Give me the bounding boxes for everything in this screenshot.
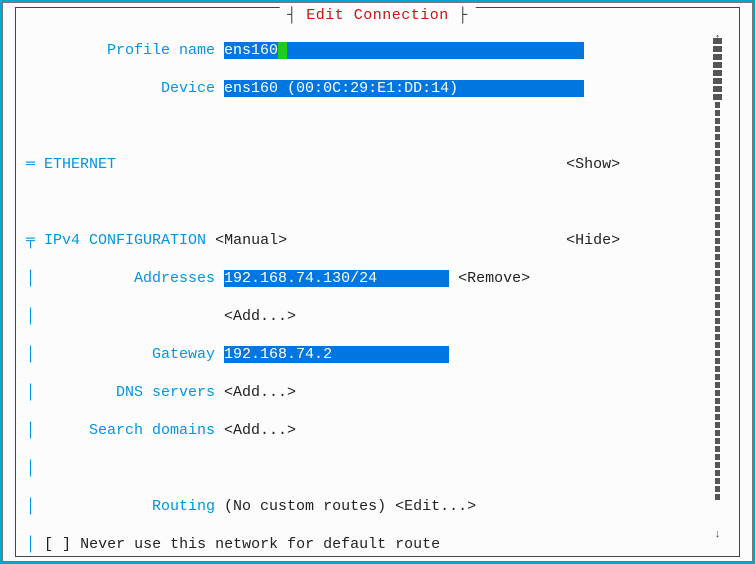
profile-name-input[interactable]: ens160 <box>224 42 584 59</box>
ipv4-toggle-icon[interactable]: ╤ <box>26 232 44 249</box>
form-content: Profile name ens160 Device ens160 (00:0C… <box>16 8 739 556</box>
routing-edit-button[interactable]: <Edit...> <box>395 498 476 515</box>
title-text: Edit Connection <box>306 7 449 24</box>
device-label: Device <box>26 80 224 97</box>
ethernet-toggle-icon[interactable]: ═ <box>26 156 44 173</box>
ethernet-show-button[interactable]: <Show> <box>566 156 620 173</box>
profile-name-label: Profile name <box>26 42 224 59</box>
scrollbar[interactable]: ↑ ↓ <box>713 30 722 534</box>
ipv4-mode-select[interactable]: <Manual> <box>215 232 287 249</box>
addresses-label: Addresses <box>35 270 224 287</box>
chk1-label: Never use this network for default route <box>80 536 440 553</box>
ethernet-header: ETHERNET <box>44 156 116 173</box>
dns-label: DNS servers <box>35 384 224 401</box>
scroll-up-arrow[interactable]: ↑ <box>713 30 722 36</box>
address-add-button[interactable]: <Add...> <box>224 308 296 325</box>
scroll-down-arrow[interactable]: ↓ <box>713 526 722 532</box>
address-input[interactable]: 192.168.74.130/24 <box>224 270 449 287</box>
gateway-label: Gateway <box>35 346 224 363</box>
routing-text: (No custom routes) <box>224 498 386 515</box>
terminal-window: ┤ Edit Connection ├ Profile name ens160 … <box>2 2 753 562</box>
device-input[interactable]: ens160 (00:0C:29:E1:DD:14) <box>224 80 584 97</box>
search-add-button[interactable]: <Add...> <box>224 422 296 439</box>
search-domains-label: Search domains <box>35 422 224 439</box>
dialog-frame: ┤ Edit Connection ├ Profile name ens160 … <box>15 7 740 557</box>
address-remove-button[interactable]: <Remove> <box>458 270 530 287</box>
ipv4-header: IPv4 CONFIGURATION <box>44 232 206 249</box>
dialog-title: ┤ Edit Connection ├ <box>279 6 476 25</box>
text-cursor <box>278 42 287 59</box>
gateway-input[interactable]: 192.168.74.2 <box>224 346 449 363</box>
ipv4-hide-button[interactable]: <Hide> <box>566 232 620 249</box>
dns-add-button[interactable]: <Add...> <box>224 384 296 401</box>
routing-label: Routing <box>35 498 224 515</box>
never-default-route-checkbox[interactable]: [ ] <box>44 536 71 553</box>
